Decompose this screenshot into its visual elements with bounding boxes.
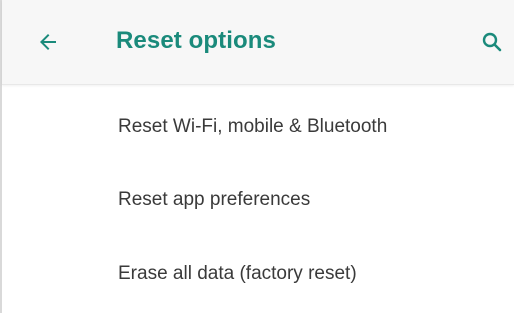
list-item-reset-network[interactable]: Reset Wi-Fi, mobile & Bluetooth [2, 92, 514, 162]
list-item-label: Erase all data (factory reset) [118, 263, 357, 284]
app-toolbar: Reset options [2, 0, 514, 85]
list-item-label: Reset app preferences [118, 189, 311, 210]
search-icon [482, 32, 502, 52]
list-item-reset-app-preferences[interactable]: Reset app preferences [2, 165, 514, 235]
arrow-left-icon [40, 34, 56, 50]
back-button[interactable] [30, 24, 66, 60]
settings-screen: Reset options Reset Wi-Fi, mobile & Blue… [0, 0, 514, 313]
search-button[interactable] [480, 24, 514, 60]
list-item-label: Reset Wi-Fi, mobile & Bluetooth [118, 116, 388, 137]
page-title: Reset options [116, 27, 276, 54]
list-item-erase-all-data[interactable]: Erase all data (factory reset) [2, 239, 514, 309]
